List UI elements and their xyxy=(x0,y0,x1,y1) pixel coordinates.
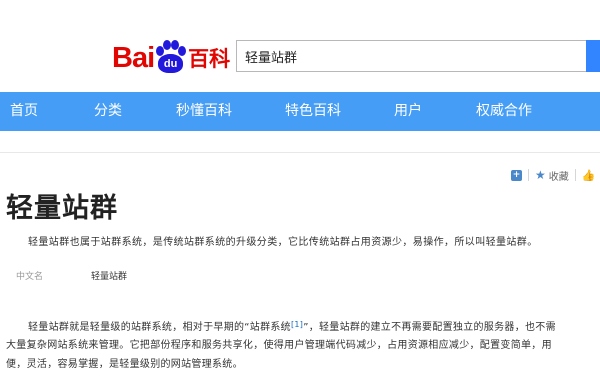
reference-link[interactable]: [1] xyxy=(291,320,303,329)
tool-separator xyxy=(574,169,576,181)
tool-separator xyxy=(528,169,529,181)
header: Bai du 百科 xyxy=(0,0,600,92)
share-icon[interactable]: 👍 xyxy=(582,169,596,182)
page-title: 轻量站群 xyxy=(6,193,118,224)
info-name: 中文名 xyxy=(16,272,44,282)
basic-info-row: 中文名 轻量站群 xyxy=(16,269,127,282)
main-nav: 首页 分类 秒懂百科 特色百科 用户 权威合作 xyxy=(0,92,600,131)
nav-item-categories[interactable]: 分类 xyxy=(94,92,122,131)
nav-item-partners[interactable]: 权威合作 xyxy=(476,92,532,131)
baidu-baike-logo[interactable]: Bai du 百科 xyxy=(112,34,230,74)
article-tools: + ★ 收藏 👍 xyxy=(511,168,596,183)
info-value: 轻量站群 xyxy=(91,272,128,282)
content-divider xyxy=(0,152,600,153)
body-line-2: 大量复杂网站系统来管理。它把部份程序和服务共享化，使得用户管理端代码减少，占用资… xyxy=(6,340,552,351)
body-text: ”，轻量站群的建立不再需要配置独立的服务器，也不需 xyxy=(303,322,556,333)
favorite-label[interactable]: 收藏 xyxy=(549,168,569,183)
logo-du-text: du xyxy=(163,57,178,70)
nav-item-featured[interactable]: 特色百科 xyxy=(285,92,341,131)
logo-bai-text: Bai xyxy=(112,42,155,74)
search-button[interactable] xyxy=(586,40,600,72)
star-icon[interactable]: ★ xyxy=(535,168,546,182)
add-icon[interactable]: + xyxy=(511,169,522,181)
paw-icon: du xyxy=(155,40,187,74)
logo-baike-text: 百科 xyxy=(188,47,231,71)
article-summary: 轻量站群也属于站群系统，是传统站群系统的升级分类，它比传统站群占用资源少，易操作… xyxy=(28,237,538,248)
search-input[interactable] xyxy=(237,41,577,71)
nav-item-user[interactable]: 用户 xyxy=(394,92,422,131)
search-box xyxy=(236,40,600,72)
body-line-3: 便，灵活，容易掌握，是轻量级别的网站管理系统。 xyxy=(6,359,243,370)
nav-item-miaodong[interactable]: 秒懂百科 xyxy=(176,92,232,131)
nav-item-home[interactable]: 首页 xyxy=(10,92,38,131)
body-line-1: 轻量站群就是轻量级的站群系统，相对于早期的“站群系统[1]”，轻量站群的建立不再… xyxy=(28,318,556,333)
body-text: 轻量站群就是轻量级的站群系统，相对于早期的“站群系统 xyxy=(28,322,291,333)
